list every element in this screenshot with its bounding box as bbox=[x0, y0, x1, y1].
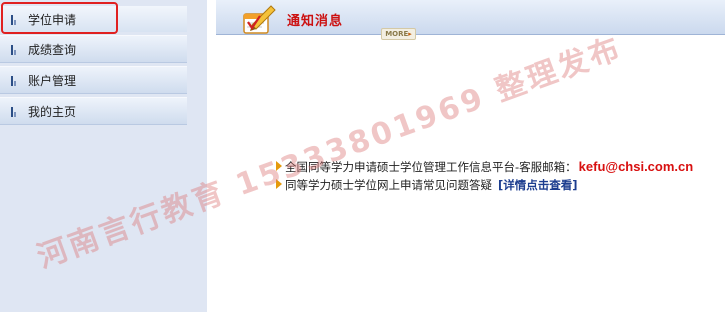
notepad-pencil-icon bbox=[243, 5, 276, 34]
main-content: 通知消息 MORE▸ 全国同等学力申请硕士学位管理工作信息平台-客服邮箱： kef… bbox=[216, 0, 725, 312]
sidebar-item-degree-application[interactable]: 学位申请 bbox=[0, 6, 187, 32]
sidebar-menu: 学位申请 成绩查询 账户管理 我的主页 bbox=[0, 6, 187, 128]
notice-link-text[interactable]: 同等学力硕士学位网上申请常见问题答疑 bbox=[285, 178, 492, 192]
more-arrow-icon: ▸ bbox=[408, 30, 412, 38]
list-item: 同等学力硕士学位网上申请常见问题答疑 [详情点击查看] bbox=[276, 176, 725, 194]
bar-chart-icon bbox=[11, 75, 21, 86]
list-item: 全国同等学力申请硕士学位管理工作信息平台-客服邮箱： kefu@chsi.com.… bbox=[276, 158, 725, 176]
sidebar-item-label: 我的主页 bbox=[28, 104, 77, 119]
bar-chart-icon bbox=[11, 106, 21, 117]
sidebar: 学位申请 成绩查询 账户管理 我的主页 bbox=[0, 0, 207, 312]
sidebar-item-my-homepage[interactable]: 我的主页 bbox=[0, 97, 187, 125]
notice-list: 全国同等学力申请硕士学位管理工作信息平台-客服邮箱： kefu@chsi.com.… bbox=[276, 158, 725, 194]
bar-chart-icon bbox=[11, 14, 21, 25]
triangle-bullet-icon bbox=[276, 179, 282, 189]
sidebar-item-label: 成绩查询 bbox=[28, 42, 77, 57]
triangle-bullet-icon bbox=[276, 161, 282, 171]
notice-header-title: 通知消息 bbox=[287, 14, 344, 29]
more-label: MORE bbox=[385, 30, 409, 38]
notice-header: 通知消息 MORE▸ bbox=[216, 0, 725, 40]
sidebar-item-grade-query[interactable]: 成绩查询 bbox=[0, 35, 187, 63]
more-button[interactable]: MORE▸ bbox=[381, 28, 416, 40]
notice-text: 全国同等学力申请硕士学位管理工作信息平台-客服邮箱： bbox=[285, 160, 577, 174]
sidebar-item-label: 账户管理 bbox=[28, 73, 77, 88]
sidebar-item-label: 学位申请 bbox=[28, 12, 77, 27]
details-link[interactable]: [详情点击查看] bbox=[498, 178, 578, 192]
support-email: kefu@chsi.com.cn bbox=[578, 159, 694, 174]
sidebar-item-account-management[interactable]: 账户管理 bbox=[0, 66, 187, 94]
bar-chart-icon bbox=[11, 44, 21, 55]
